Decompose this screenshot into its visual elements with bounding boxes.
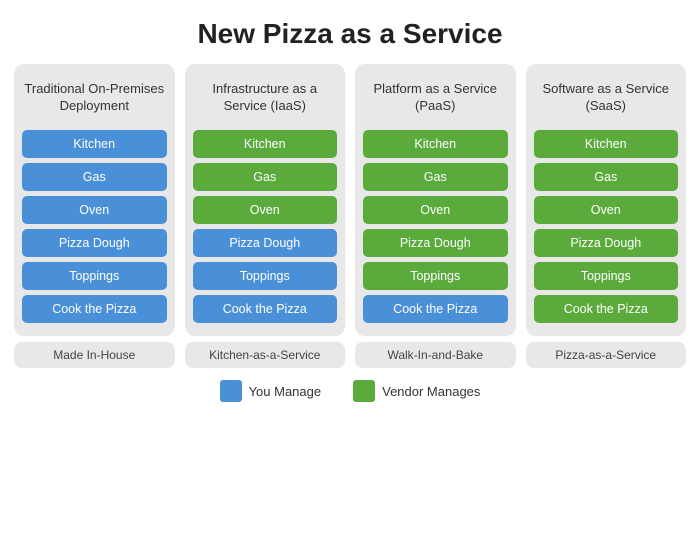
item-traditional-1: Gas	[22, 163, 167, 191]
item-saas-2: Oven	[534, 196, 679, 224]
column-title-paas: Platform as a Service (PaaS)	[363, 74, 508, 122]
bottom-label-iaas: Kitchen-as-a-Service	[185, 342, 346, 368]
item-paas-2: Oven	[363, 196, 508, 224]
bottom-label-traditional: Made In-House	[14, 342, 175, 368]
column-title-saas: Software as a Service (SaaS)	[534, 74, 679, 122]
column-title-traditional: Traditional On-Premises Deployment	[22, 74, 167, 122]
bottom-label-saas: Pizza-as-a-Service	[526, 342, 687, 368]
item-iaas-3: Pizza Dough	[193, 229, 338, 257]
item-paas-3: Pizza Dough	[363, 229, 508, 257]
item-traditional-2: Oven	[22, 196, 167, 224]
legend-row: You Manage Vendor Manages	[220, 380, 481, 402]
you-manage-icon	[220, 380, 242, 402]
item-paas-1: Gas	[363, 163, 508, 191]
you-manage-label: You Manage	[249, 384, 322, 399]
item-saas-5: Cook the Pizza	[534, 295, 679, 323]
item-saas-4: Toppings	[534, 262, 679, 290]
item-iaas-1: Gas	[193, 163, 338, 191]
column-traditional: Traditional On-Premises Deployment Kitche…	[14, 64, 175, 336]
item-iaas-4: Toppings	[193, 262, 338, 290]
vendor-manages-icon	[353, 380, 375, 402]
item-paas-5: Cook the Pizza	[363, 295, 508, 323]
column-saas: Software as a Service (SaaS) Kitchen Gas Ov…	[526, 64, 687, 336]
item-paas-4: Toppings	[363, 262, 508, 290]
vendor-manages-label: Vendor Manages	[382, 384, 480, 399]
legend-vendor-manages: Vendor Manages	[353, 380, 480, 402]
column-iaas: Infrastructure as a Service (IaaS) Kitche…	[185, 64, 346, 336]
bottom-label-paas: Walk-In-and-Bake	[355, 342, 516, 368]
legend-you-manage: You Manage	[220, 380, 322, 402]
item-saas-0: Kitchen	[534, 130, 679, 158]
bottom-labels: Made In-House Kitchen-as-a-Service Walk-In…	[0, 342, 700, 368]
item-iaas-0: Kitchen	[193, 130, 338, 158]
item-traditional-0: Kitchen	[22, 130, 167, 158]
item-paas-0: Kitchen	[363, 130, 508, 158]
column-paas: Platform as a Service (PaaS) Kitchen Gas Ov…	[355, 64, 516, 336]
column-title-iaas: Infrastructure as a Service (IaaS)	[193, 74, 338, 122]
item-traditional-4: Toppings	[22, 262, 167, 290]
item-traditional-3: Pizza Dough	[22, 229, 167, 257]
item-saas-1: Gas	[534, 163, 679, 191]
page-title: New Pizza as a Service	[197, 18, 502, 50]
item-traditional-5: Cook the Pizza	[22, 295, 167, 323]
item-saas-3: Pizza Dough	[534, 229, 679, 257]
item-iaas-2: Oven	[193, 196, 338, 224]
item-iaas-5: Cook the Pizza	[193, 295, 338, 323]
columns-container: Traditional On-Premises Deployment Kitche…	[0, 64, 700, 336]
